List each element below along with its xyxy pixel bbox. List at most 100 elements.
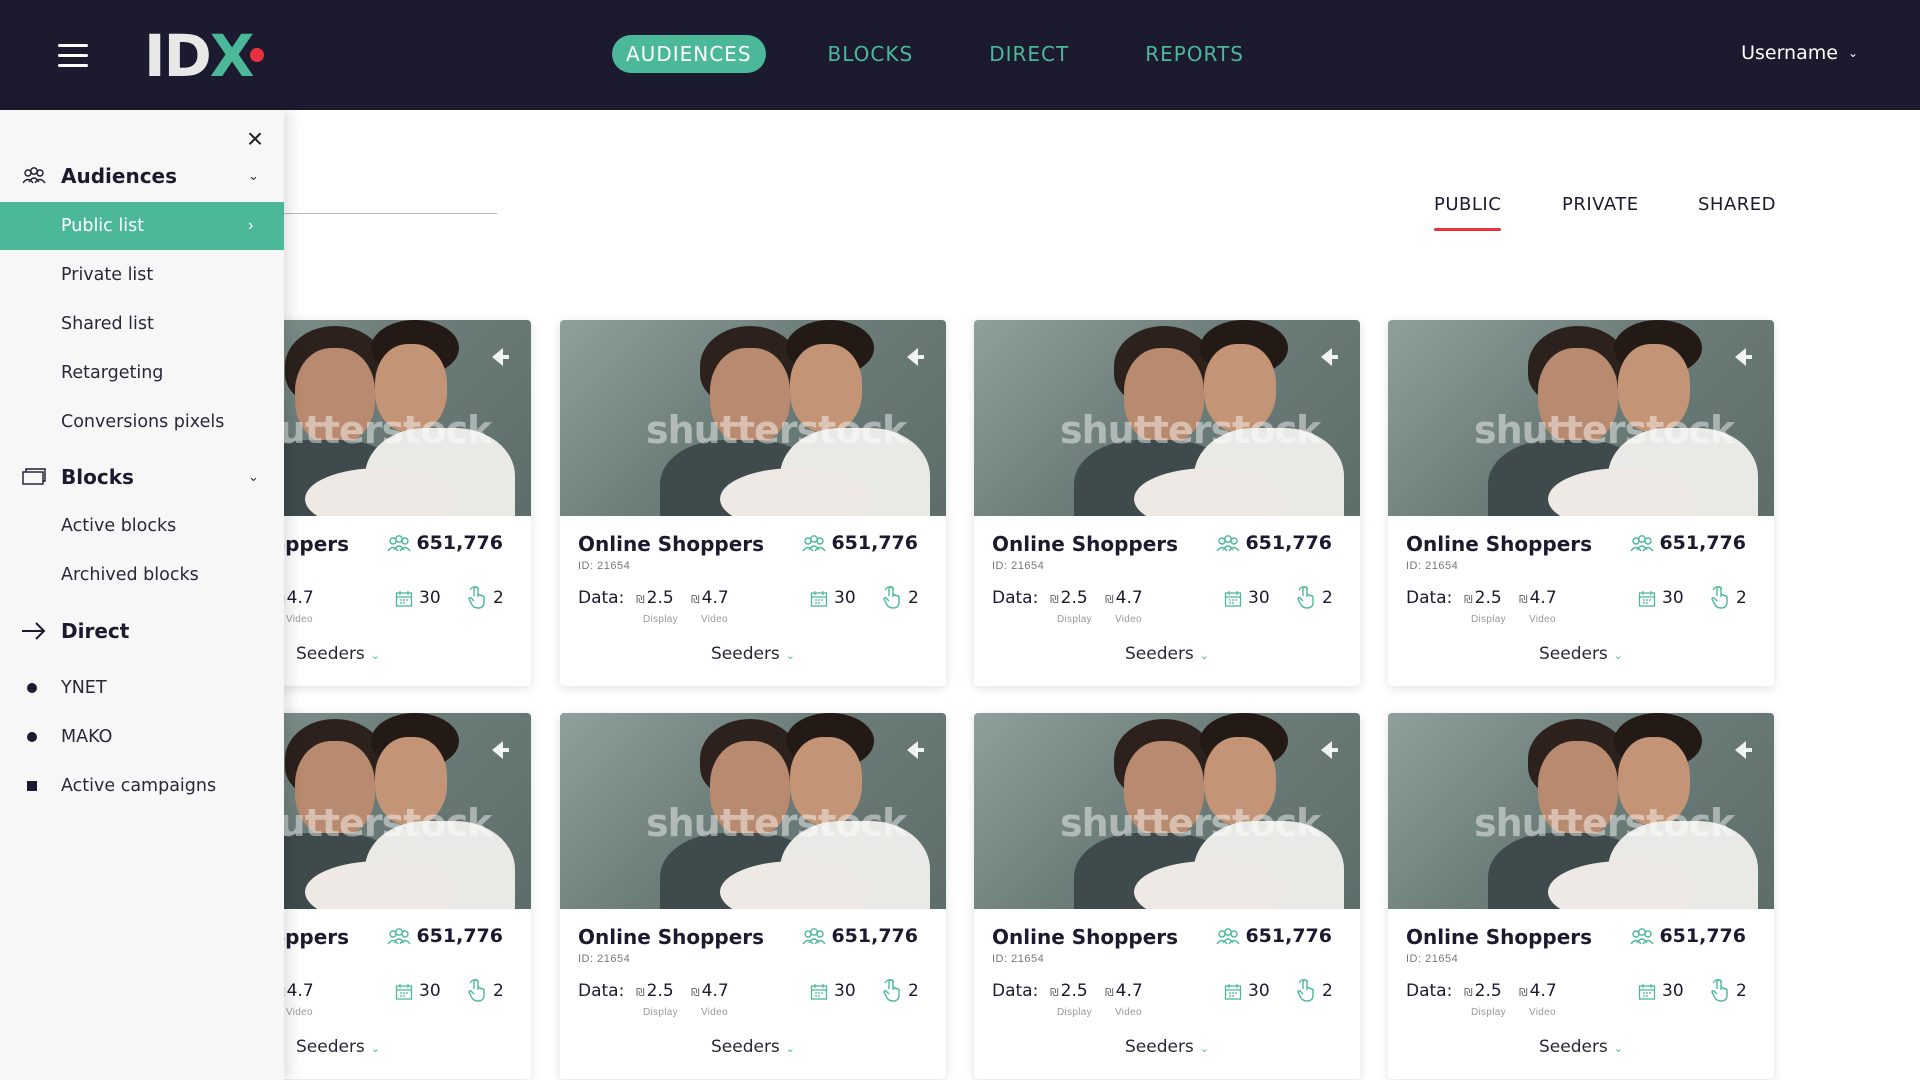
days-value: 30 (834, 588, 856, 608)
audience-image: shutterstock (1388, 320, 1774, 516)
nav-blocks[interactable]: BLOCKS (814, 35, 928, 73)
close-icon[interactable]: × (240, 124, 270, 154)
sidebar-section-label: Blocks (61, 465, 134, 489)
display-value: 2.5 (646, 981, 674, 1001)
click-hand-icon (1297, 586, 1314, 609)
audience-title: Online Shoppers (992, 925, 1179, 949)
sidebar-item-label: Shared list (61, 314, 154, 334)
sidebar-section-direct[interactable]: Direct (0, 608, 284, 654)
display-label: Display (1057, 614, 1092, 625)
audience-card[interactable]: shutterstock Online Shoppers ID: 21654 6… (1388, 713, 1774, 1079)
video-price: ₪4.7 (1519, 588, 1557, 608)
sidebar-item-ynet[interactable]: YNET (0, 664, 284, 712)
click-hand-icon (1297, 979, 1314, 1002)
sidebar-section-blocks[interactable]: Blocks ⌄ (0, 454, 284, 500)
bullet-icon (27, 732, 37, 742)
seeders-dropdown[interactable]: Seeders ⌄ (974, 1037, 1360, 1057)
sidebar-item-shared-list[interactable]: Shared list (0, 300, 284, 348)
days-value: 30 (1248, 588, 1270, 608)
video-label: Video (1529, 614, 1556, 625)
seeders-dropdown[interactable]: Seeders ⌄ (560, 644, 946, 664)
currency-symbol: ₪ (1105, 593, 1114, 606)
seeders-label: Seeders (295, 1037, 365, 1057)
share-icon[interactable] (487, 344, 513, 370)
audience-card[interactable]: shutterstock Online Shoppers ID: 21654 6… (974, 320, 1360, 686)
seeders-dropdown[interactable]: Seeders ⌄ (560, 1037, 946, 1057)
chevron-down-icon: ⌄ (1613, 1042, 1624, 1055)
display-value: 2.5 (1474, 981, 1502, 1001)
sidebar-item-private-list[interactable]: Private list (0, 251, 284, 299)
tab-shared[interactable]: SHARED (1698, 194, 1776, 215)
share-icon[interactable] (1730, 737, 1756, 763)
seeders-label: Seeders (1124, 644, 1194, 664)
clicks-value: 2 (908, 981, 919, 1001)
display-price: ₪2.5 (1050, 981, 1088, 1001)
display-price: ₪2.5 (1050, 588, 1088, 608)
tab-private[interactable]: PRIVATE (1562, 194, 1639, 215)
watermark: shutterstock (1060, 408, 1321, 452)
sidebar-item-active-blocks[interactable]: Active blocks (0, 502, 284, 550)
audience-size: 651,776 (831, 532, 918, 554)
arrow-right-icon (22, 622, 46, 640)
sidebar-item-active-campaigns[interactable]: Active campaigns (0, 762, 284, 810)
share-icon[interactable] (1316, 737, 1342, 763)
seeders-label: Seeders (1538, 644, 1608, 664)
search-input-underline[interactable] (284, 213, 497, 214)
sidebar-item-public-list[interactable]: Public list › (0, 202, 284, 250)
watermark: shutterstock (1060, 801, 1321, 845)
hamburger-menu-icon[interactable] (58, 42, 92, 68)
nav-reports[interactable]: REPORTS (1131, 35, 1258, 73)
audience-icon (387, 928, 411, 945)
seeders-dropdown[interactable]: Seeders ⌄ (974, 644, 1360, 664)
idx-logo[interactable]: IDX (144, 27, 265, 85)
calendar-icon (1638, 984, 1656, 1000)
audience-id: ID: 21654 (578, 560, 631, 572)
audience-icon (1216, 928, 1240, 945)
tab-public[interactable]: PUBLIC (1434, 194, 1502, 231)
audience-size: 651,776 (1659, 925, 1746, 947)
sidebar-item-archived-blocks[interactable]: Archived blocks (0, 551, 284, 599)
seeders-dropdown[interactable]: Seeders ⌄ (1388, 1037, 1774, 1057)
clicks-value: 2 (493, 588, 504, 608)
main-nav: AUDIENCES BLOCKS DIRECT REPORTS (612, 34, 1306, 74)
seeders-label: Seeders (1124, 1037, 1194, 1057)
audience-card[interactable]: shutterstock Online Shoppers ID: 21654 6… (560, 713, 946, 1079)
chevron-down-icon: ⌄ (248, 168, 259, 183)
audience-card[interactable]: shutterstock Online Shoppers ID: 21654 6… (560, 320, 946, 686)
share-icon[interactable] (902, 344, 928, 370)
click-hand-icon (883, 586, 900, 609)
display-label: Display (643, 1007, 678, 1018)
seeders-dropdown[interactable]: Seeders ⌄ (1388, 644, 1774, 664)
sidebar-item-mako[interactable]: MAKO (0, 713, 284, 761)
audience-card[interactable]: shutterstock Online Shoppers ID: 21654 6… (974, 713, 1360, 1079)
video-price: ₪4.7 (1519, 981, 1557, 1001)
currency-symbol: ₪ (1050, 986, 1059, 999)
sidebar-item-conversions-pixels[interactable]: Conversions pixels (0, 398, 284, 446)
nav-audiences[interactable]: AUDIENCES (612, 35, 766, 73)
calendar-icon (395, 984, 413, 1000)
user-menu[interactable]: Username ⌄ (1741, 42, 1858, 64)
calendar-icon (1224, 591, 1242, 607)
username: Username (1741, 42, 1838, 64)
video-value: 4.7 (286, 981, 314, 1001)
watermark: shutterstock (646, 801, 907, 845)
sidebar-item-label: Active campaigns (61, 776, 217, 796)
audience-icon (387, 535, 411, 552)
video-label: Video (701, 1007, 728, 1018)
nav-direct[interactable]: DIRECT (975, 35, 1083, 73)
chevron-down-icon: ⌄ (1199, 1042, 1210, 1055)
sidebar-section-audiences[interactable]: Audiences ⌄ (0, 153, 284, 199)
currency-symbol: ₪ (1519, 593, 1528, 606)
chevron-right-icon: › (248, 217, 254, 234)
audience-card[interactable]: shutterstock Online Shoppers ID: 21654 6… (1388, 320, 1774, 686)
days-value: 30 (834, 981, 856, 1001)
currency-symbol: ₪ (1464, 593, 1473, 606)
sidebar-item-retargeting[interactable]: Retargeting (0, 349, 284, 397)
share-icon[interactable] (1316, 344, 1342, 370)
share-icon[interactable] (1730, 344, 1756, 370)
share-icon[interactable] (902, 737, 928, 763)
chevron-down-icon: ⌄ (1613, 649, 1624, 662)
sidebar-item-label: Conversions pixels (61, 412, 225, 432)
share-icon[interactable] (487, 737, 513, 763)
days-value: 30 (1662, 981, 1684, 1001)
